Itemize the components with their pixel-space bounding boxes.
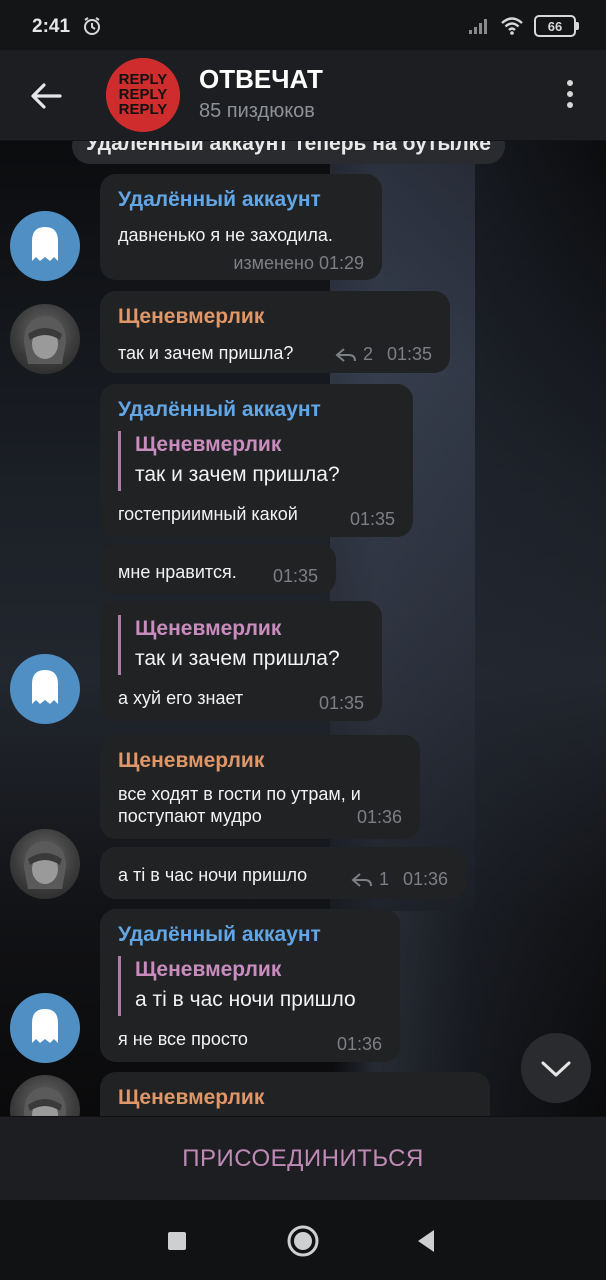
recents-icon[interactable]	[166, 1230, 188, 1252]
reply-count-icon	[351, 872, 372, 887]
member-count: 85 пиздюков	[199, 100, 315, 122]
quote-sender: Щеневмерлик	[135, 617, 282, 640]
logo-line-3: REPLY	[119, 101, 168, 118]
message-text: я не все просто	[118, 1029, 248, 1049]
home-icon[interactable]	[286, 1224, 320, 1258]
battery-indicator: 66	[534, 15, 579, 37]
message-bubble[interactable]: Щеневмерлик так и зачем пришла? а хуй ег…	[100, 601, 382, 721]
message-time: 01:35	[386, 344, 432, 364]
message-bubble[interactable]: Удалённый аккаунт Щеневмерлик а ті в час…	[100, 909, 400, 1062]
battery-level: 66	[547, 18, 563, 34]
scroll-to-bottom-button[interactable]	[521, 1033, 591, 1103]
ghost-icon	[32, 1009, 58, 1043]
message-bubble[interactable]: мне нравится. 01:35	[100, 544, 336, 594]
message-bubble[interactable]: Удалённый аккаунт Щеневмерлик так и заче…	[100, 384, 413, 537]
status-time: 2:41	[32, 16, 71, 37]
quote-sender: Щеневмерлик	[135, 433, 282, 456]
wifi-icon	[501, 17, 523, 35]
quote-text: так и зачем пришла?	[135, 463, 340, 486]
avatar-shchenevmerlik[interactable]	[10, 829, 80, 899]
more-menu-icon[interactable]	[564, 80, 576, 112]
avatar-shchenevmerlik[interactable]	[10, 1075, 80, 1116]
avatar-deleted-account[interactable]	[10, 993, 80, 1063]
message-meta: 1 01:36	[351, 869, 448, 890]
sender-name[interactable]: Щеневмерлик	[118, 749, 264, 773]
message-meta: 2 01:35	[335, 344, 432, 365]
reply-quote[interactable]: Щеневмерлик так и зачем пришла?	[118, 615, 340, 675]
message-bubble[interactable]: Щеневмерлик все ходят в гости по утрам, …	[100, 735, 420, 839]
back-nav-icon[interactable]	[414, 1228, 438, 1254]
service-message: Удаленный аккаунт теперь на бутылке	[72, 141, 505, 164]
message-text-line-1: все ходят в гости по утрам, и	[118, 784, 361, 804]
status-bar: 2:41 66	[0, 0, 606, 50]
chat-header: REPLY REPLY REPLY ОТВЕЧАТ 85 пиздюков	[0, 50, 606, 141]
sender-name[interactable]: Щеневмерлик	[118, 1086, 264, 1110]
sender-name[interactable]: Щеневмерлик	[118, 305, 264, 329]
avatar-deleted-account[interactable]	[10, 211, 80, 281]
quote-text: так и зачем пришла?	[135, 647, 340, 670]
message-time: 01:36	[402, 869, 448, 889]
chat-avatar[interactable]: REPLY REPLY REPLY	[106, 58, 180, 132]
reply-logo-icon: REPLY REPLY REPLY	[106, 58, 180, 132]
message-text: а ті в час ночи пришло	[118, 865, 308, 885]
sender-name[interactable]: Удалённый аккаунт	[118, 188, 321, 212]
sender-name[interactable]: Удалённый аккаунт	[118, 923, 321, 947]
avatar-shchenevmerlik[interactable]	[10, 304, 80, 374]
avatar-deleted-account[interactable]	[10, 654, 80, 724]
message-text: а хуй его знает	[118, 688, 244, 708]
message-bubble[interactable]: Щеневмерлик	[100, 1072, 490, 1116]
message-bubble[interactable]: Удалённый аккаунт давненько я не заходил…	[100, 174, 382, 280]
message-text: мне нравится.	[118, 562, 237, 582]
message-time: 01:35	[272, 566, 318, 586]
message-bubble[interactable]: Щеневмерлик так и зачем пришла? 2 01:35	[100, 291, 450, 373]
message-text: так и зачем пришла?	[118, 343, 294, 363]
join-bar: ПРИСОЕДИНИТЬСЯ	[0, 1116, 606, 1201]
message-time: 01:36	[356, 807, 402, 827]
quote-sender: Щеневмерлик	[135, 958, 282, 981]
chat-messages[interactable]: Удаленный аккаунт теперь на бутылке Удал…	[0, 141, 606, 1116]
message-meta: изменено 01:29	[233, 253, 364, 273]
quote-text: а ті в час ночи пришло	[135, 988, 356, 1011]
alarm-icon	[84, 17, 100, 35]
chat-title[interactable]: ОТВЕЧАТ	[199, 64, 323, 95]
chevron-down-icon	[541, 1061, 571, 1077]
system-nav-bar	[0, 1200, 606, 1280]
reply-quote[interactable]: Щеневмерлик а ті в час ночи пришло	[118, 956, 356, 1016]
reply-count-icon	[335, 347, 356, 362]
ghost-icon	[32, 670, 58, 704]
user-photo	[24, 316, 66, 364]
reply-count: 1	[378, 869, 389, 889]
message-text-line-2: поступают мудро	[118, 806, 262, 826]
sender-name[interactable]: Удалённый аккаунт	[118, 398, 321, 422]
ghost-icon	[32, 227, 58, 261]
join-button[interactable]: ПРИСОЕДИНИТЬСЯ	[182, 1145, 424, 1173]
back-arrow-icon[interactable]	[26, 78, 66, 114]
message-time: 01:35	[349, 509, 395, 529]
reply-quote[interactable]: Щеневмерлик так и зачем пришла?	[118, 431, 340, 491]
message-text: давненько я не заходила.	[118, 225, 333, 245]
message-time: 01:36	[336, 1034, 382, 1054]
user-photo	[24, 1087, 66, 1116]
reply-count: 2	[362, 344, 373, 364]
message-text: гостеприимный какой	[118, 504, 298, 524]
message-time: 01:35	[318, 693, 364, 713]
message-bubble[interactable]: а ті в час ночи пришло 1 01:36	[100, 847, 466, 899]
user-photo	[24, 841, 66, 889]
signal-icon	[469, 19, 487, 34]
